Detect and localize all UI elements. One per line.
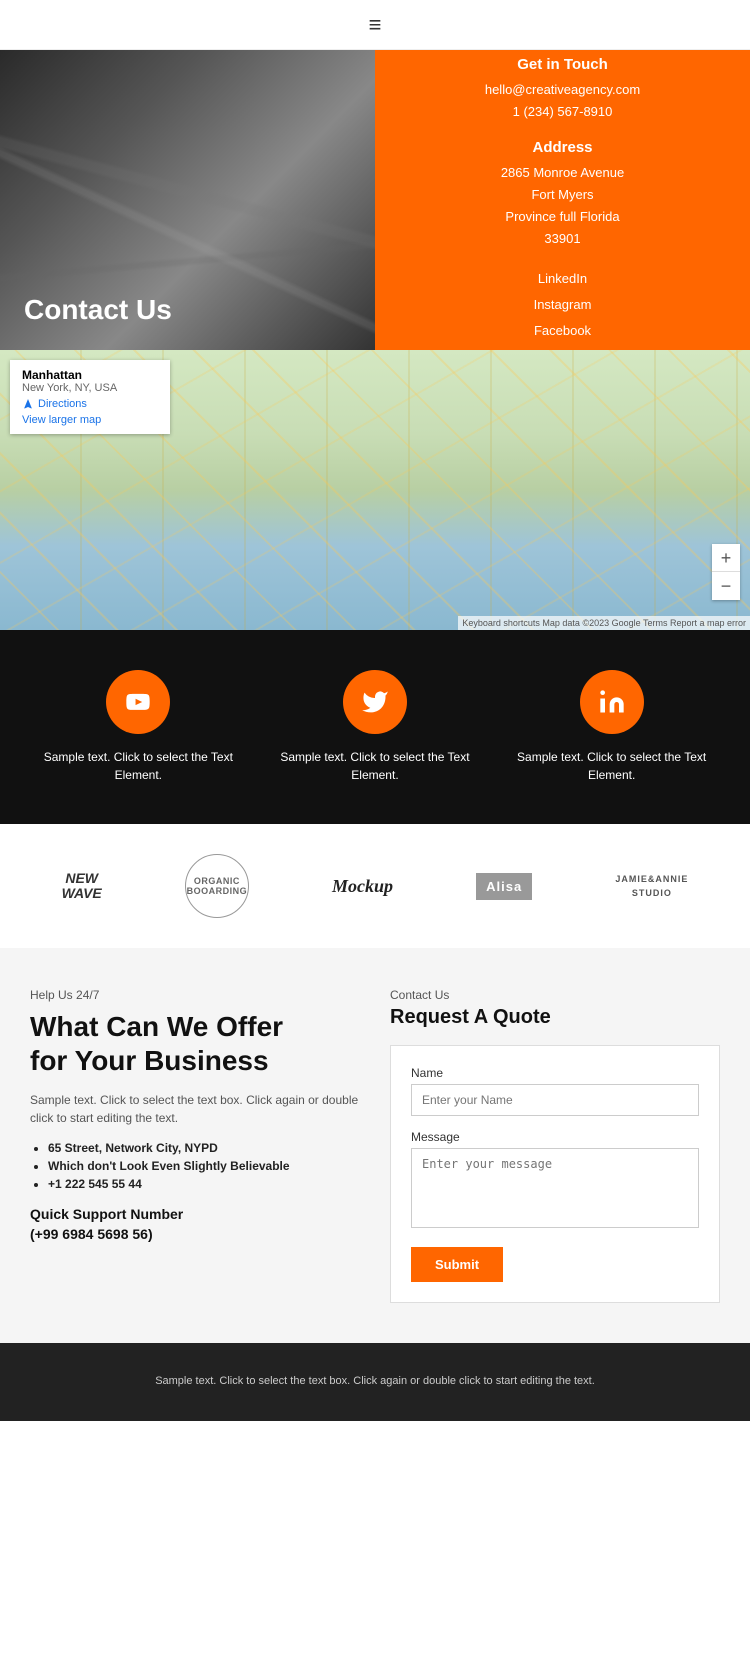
brand-organic[interactable]: ORGANICBOOARDING [185,854,249,918]
brand-alisa[interactable]: Alisa [476,873,532,900]
message-label: Message [411,1130,699,1144]
get-in-touch-heading: Get in Touch [517,56,608,73]
bullet-believable: Which don't Look Even Slightly Believabl… [48,1159,360,1173]
social-links: LinkedIn Instagram Facebook [534,266,592,344]
offer-heading: What Can We Offer for Your Business [30,1010,360,1077]
bullet-phone: +1 222 545 55 44 [48,1177,360,1191]
hero-info-panel: Get in Touch hello@creativeagency.com 1 … [375,50,750,350]
hero-image-bg: Contact Us [0,50,375,350]
hero-title: Contact Us [24,294,172,326]
linkedin-link[interactable]: LinkedIn [534,266,592,292]
navbar: ≡ [0,0,750,50]
map-state: New York, NY, USA [22,382,158,394]
youtube-icon-circle[interactable] [106,670,170,734]
message-form-group: Message [411,1130,699,1233]
brand-jamie[interactable]: JAMIE&ANNIESTUDIO [615,872,688,901]
youtube-item-text: Sample text. Click to select the Text El… [38,748,238,784]
support-info: Quick Support Number (+99 6984 5698 56) [30,1205,360,1244]
social-item-linkedin: Sample text. Click to select the Text El… [512,670,712,784]
offer-heading-line2: for Your Business [30,1045,269,1076]
hero-image: Contact Us [0,50,375,350]
zoom-out-button[interactable]: − [712,572,740,600]
twitter-icon-circle[interactable] [343,670,407,734]
instagram-link[interactable]: Instagram [534,292,592,318]
contact-desc: Sample text. Click to select the text bo… [30,1091,360,1127]
brand-new-wave[interactable]: NEWWAVE [62,871,102,902]
map-footer: Keyboard shortcuts Map data ©2023 Google… [458,616,750,630]
contact-right-label: Contact Us [390,988,720,1002]
offer-heading-line1: What Can We Offer [30,1011,283,1042]
menu-icon[interactable]: ≡ [369,12,382,38]
quote-form: Name Message Submit [390,1045,720,1303]
directions-label: Directions [38,398,87,410]
brands-section: NEWWAVE ORGANICBOOARDING Mockup Alisa JA… [0,824,750,948]
linkedin-icon [598,688,626,716]
twitter-item-text: Sample text. Click to select the Text El… [275,748,475,784]
support-number: (+99 6984 5698 56) [30,1226,153,1242]
address-heading: Address [501,139,624,156]
twitter-icon [361,688,389,716]
address-line1: 2865 Monroe Avenue [501,162,624,184]
contact-right: Contact Us Request A Quote Name Message … [390,988,720,1303]
social-section: Sample text. Click to select the Text El… [0,630,750,824]
linkedin-icon-circle[interactable] [580,670,644,734]
linkedin-item-text: Sample text. Click to select the Text El… [512,748,712,784]
contact-section: Help Us 24/7 What Can We Offer for Your … [0,948,750,1343]
map-info-box: Manhattan New York, NY, USA Directions V… [10,360,170,434]
name-input[interactable] [411,1084,699,1116]
support-label: Quick Support Number [30,1206,183,1222]
map-section: Manhattan New York, NY, USA Directions V… [0,350,750,630]
name-form-group: Name [411,1066,699,1116]
name-label: Name [411,1066,699,1080]
submit-button[interactable]: Submit [411,1247,503,1282]
map-directions[interactable]: Directions [22,398,158,410]
message-input[interactable] [411,1148,699,1228]
address-line2: Fort Myers [501,184,624,206]
address-line4: 33901 [501,228,624,250]
contact-email: hello@creativeagency.com [485,79,640,101]
map-placeholder: Manhattan New York, NY, USA Directions V… [0,350,750,630]
bullet-address: 65 Street, Network City, NYPD [48,1141,360,1155]
help-label: Help Us 24/7 [30,988,360,1002]
social-item-youtube: Sample text. Click to select the Text El… [38,670,238,784]
address-line3: Province full Florida [501,206,624,228]
footer-text: Sample text. Click to select the text bo… [20,1373,730,1391]
contact-phone: 1 (234) 567-8910 [513,101,613,123]
request-heading: Request A Quote [390,1006,720,1029]
contact-bullets: 65 Street, Network City, NYPD Which don'… [30,1141,360,1191]
contact-left: Help Us 24/7 What Can We Offer for Your … [30,988,360,1303]
social-item-twitter: Sample text. Click to select the Text El… [275,670,475,784]
facebook-link[interactable]: Facebook [534,318,592,344]
youtube-icon [124,688,152,716]
view-larger-link[interactable]: View larger map [22,414,158,426]
footer: Sample text. Click to select the text bo… [0,1343,750,1421]
map-zoom-controls: + − [712,544,740,600]
zoom-in-button[interactable]: + [712,544,740,572]
map-city: Manhattan [22,368,158,382]
brand-mockup[interactable]: Mockup [332,876,393,897]
hero-section: Contact Us Get in Touch hello@creativeag… [0,50,750,350]
